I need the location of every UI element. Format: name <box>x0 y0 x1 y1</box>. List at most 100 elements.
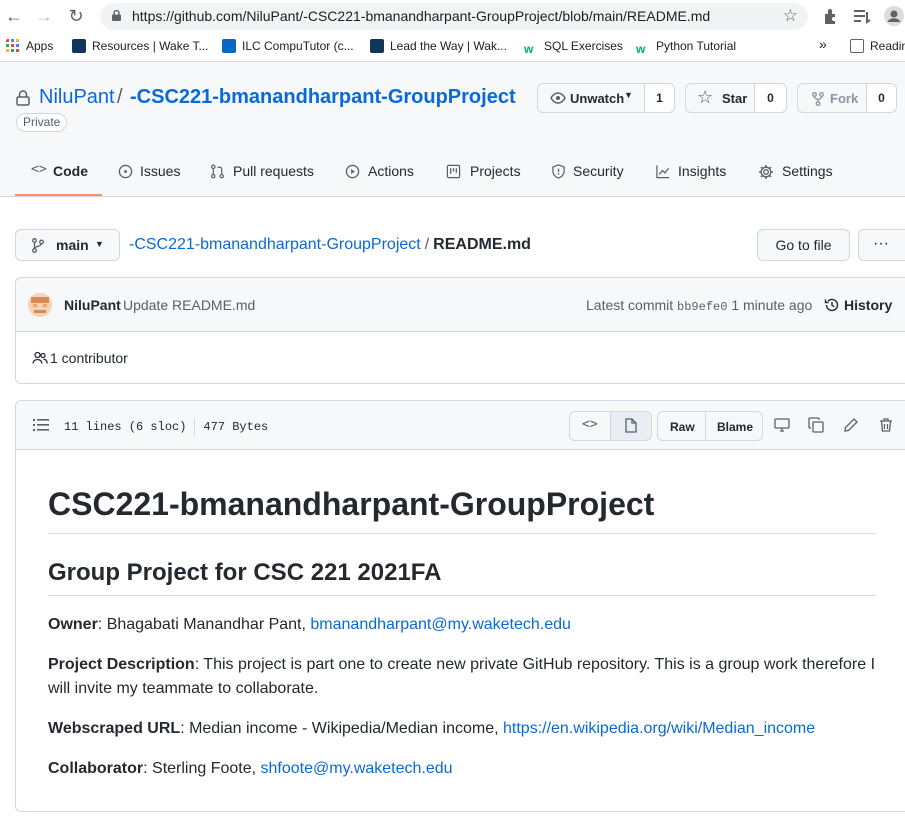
fork-count[interactable]: 0 <box>866 83 897 113</box>
description-paragraph: Project Description: This project is par… <box>48 656 876 697</box>
file-header: 11 lines (6 sloc) 477 Bytes <> Raw Blame <box>16 401 905 450</box>
pull-request-icon <box>210 164 225 179</box>
code-icon: <> <box>31 162 47 177</box>
unwatch-button[interactable]: Unwatch ▼ <box>537 83 645 113</box>
owner-paragraph: Owner: Bhagabati Manandhar Pant, bmanand… <box>48 616 571 633</box>
breadcrumb-file: README.md <box>433 236 531 253</box>
lock-icon <box>112 10 121 21</box>
waketech-icon <box>370 39 384 53</box>
repo-header: NiluPant / -CSC221-bmanandharpant-GroupP… <box>0 62 905 197</box>
latest-commit-info: Latest commit bb9efe0 1 minute ago <box>586 297 813 314</box>
latest-commit-box: NiluPant Update README.md Latest commit … <box>15 277 905 384</box>
history-link[interactable]: History <box>824 297 892 313</box>
contributors-link[interactable]: 1 contributor <box>32 350 128 366</box>
breadcrumb-separator: / <box>424 236 430 253</box>
star-count[interactable]: 0 <box>754 83 787 113</box>
outlook-icon <box>222 39 236 53</box>
reading-list-icon <box>850 39 864 53</box>
trash-icon[interactable] <box>878 417 894 433</box>
line-count: 11 lines (6 sloc) <box>64 420 187 435</box>
author-avatar-image <box>28 293 52 317</box>
play-circle-icon <box>345 164 360 179</box>
go-to-file-button[interactable]: Go to file <box>757 229 850 261</box>
profile-avatar-icon[interactable] <box>884 6 904 26</box>
desktop-icon[interactable] <box>774 417 790 433</box>
raw-button[interactable]: Raw <box>657 411 706 441</box>
commit-message-link[interactable]: Update README.md <box>123 297 255 313</box>
commit-author-link[interactable]: NiluPant <box>64 297 121 313</box>
bookmark-reading-list[interactable]: Readin <box>850 39 905 53</box>
readme-heading: CSC221-bmanandharpant-GroupProject <box>48 486 876 534</box>
bookmark-star-icon[interactable]: ☆ <box>783 6 798 26</box>
back-icon[interactable]: ← <box>4 6 24 26</box>
breadcrumb-repo-link[interactable]: -CSC221-bmanandharpant-GroupProject <box>129 236 421 253</box>
file-viewer: 11 lines (6 sloc) 477 Bytes <> Raw Blame … <box>15 400 905 812</box>
history-icon <box>824 298 839 312</box>
commit-sha-link[interactable]: bb9efe0 <box>677 300 727 314</box>
commit-time: 1 minute ago <box>731 297 813 313</box>
reload-icon[interactable]: ↻ <box>66 6 86 26</box>
w3schools-icon: w <box>524 42 534 56</box>
file-stats: 11 lines (6 sloc) 477 Bytes <box>64 418 268 436</box>
bookmarks-overflow[interactable]: » <box>819 36 827 52</box>
bookmarks-bar: Apps Resources | Wake T... ILC CompuTuto… <box>0 32 905 62</box>
branch-icon <box>32 238 44 253</box>
star-button[interactable]: ☆ Star <box>685 83 755 113</box>
people-icon <box>32 351 48 364</box>
eye-icon <box>550 92 566 104</box>
waketech-icon <box>72 39 86 53</box>
source-view-button[interactable]: <> <box>569 411 611 441</box>
wikipedia-link[interactable]: https://en.wikipedia.org/wiki/Median_inc… <box>503 720 815 737</box>
divider <box>194 418 196 436</box>
watch-count[interactable]: 1 <box>644 83 675 113</box>
caret-down-icon: ▼ <box>624 90 633 100</box>
browser-toolbar: ← → ↻ https://github.com/NiluPant/-CSC22… <box>0 0 905 32</box>
more-options-button[interactable]: ··· <box>858 229 905 261</box>
apps-grid-icon <box>6 39 19 52</box>
bookmark-python[interactable]: w Python Tutorial <box>636 39 736 56</box>
fork-button[interactable]: Fork <box>797 83 867 113</box>
repo-path-separator: / <box>117 86 123 108</box>
tab-code[interactable]: <> Code <box>15 150 102 196</box>
collaborator-paragraph: Collaborator: Sterling Foote, shfoote@my… <box>48 760 453 777</box>
pencil-icon[interactable] <box>843 417 859 433</box>
blame-button[interactable]: Blame <box>705 411 763 441</box>
address-bar[interactable]: https://github.com/NiluPant/-CSC221-bman… <box>100 3 808 30</box>
repo-tabs: <> Code Issues Pull requests Actions Pro… <box>0 150 905 196</box>
collaborator-email-link[interactable]: shfoote@my.waketech.edu <box>261 760 453 777</box>
gear-icon <box>759 165 773 179</box>
repo-name-link[interactable]: -CSC221-bmanandharpant-GroupProject <box>130 86 516 109</box>
branch-select-button[interactable]: main ▼ <box>15 229 120 261</box>
extensions-icon[interactable] <box>821 6 841 26</box>
list-icon[interactable] <box>33 418 49 432</box>
copy-icon[interactable] <box>808 417 824 433</box>
star-icon: ☆ <box>697 87 714 107</box>
rendered-view-button[interactable] <box>610 411 652 441</box>
repo-owner-link[interactable]: NiluPant <box>39 86 115 109</box>
caret-down-icon: ▼ <box>95 239 104 249</box>
shield-icon <box>552 164 565 179</box>
bookmark-resources[interactable]: Resources | Wake T... <box>72 39 209 53</box>
url-paragraph: Webscraped URL: Median income - Wikipedi… <box>48 720 816 737</box>
bookmark-ilc[interactable]: ILC CompuTutor (c... <box>222 39 354 53</box>
visibility-badge: Private <box>16 113 68 132</box>
fork-icon <box>812 92 824 106</box>
bookmark-sql[interactable]: w SQL Exercises <box>524 39 623 56</box>
code-icon: <> <box>582 417 598 432</box>
bookmark-apps[interactable]: Apps <box>6 39 53 53</box>
issue-icon <box>118 164 133 179</box>
avatar[interactable] <box>28 293 52 317</box>
forward-icon[interactable]: → <box>34 6 54 26</box>
file-icon <box>625 418 637 433</box>
w3schools-icon: w <box>636 42 646 56</box>
project-board-icon <box>446 164 461 179</box>
commit-row: NiluPant Update README.md Latest commit … <box>16 278 905 332</box>
owner-email-link[interactable]: bmanandharpant@my.waketech.edu <box>310 616 571 633</box>
reading-list-icon[interactable] <box>852 6 872 26</box>
breadcrumb: -CSC221-bmanandharpant-GroupProject / READ… <box>129 236 531 254</box>
readme-subheading: Group Project for CSC 221 2021FA <box>48 559 876 596</box>
url-text[interactable]: https://github.com/NiluPant/-CSC221-bman… <box>132 8 710 24</box>
graph-icon <box>656 165 670 179</box>
file-size: 477 Bytes <box>203 420 269 435</box>
bookmark-lead-the-way[interactable]: Lead the Way | Wak... <box>370 39 507 53</box>
